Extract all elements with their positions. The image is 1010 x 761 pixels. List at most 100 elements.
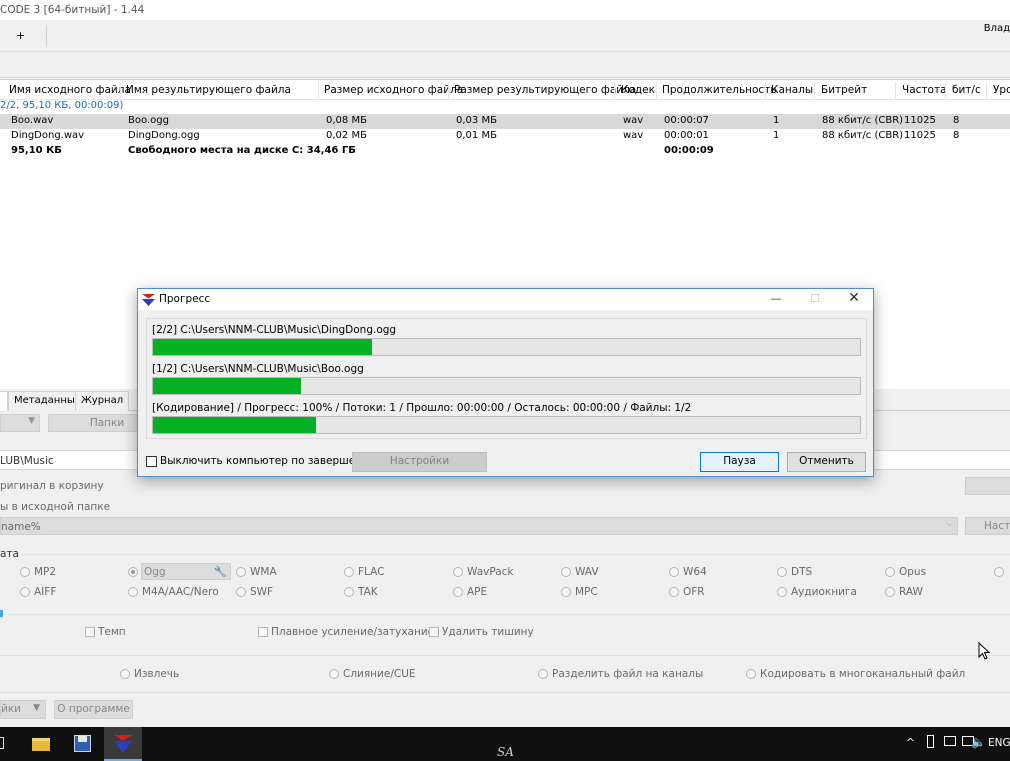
- chevron-down-icon: ▼: [28, 416, 35, 426]
- radio-mpc[interactable]: [561, 587, 571, 597]
- volume-icon[interactable]: 🔈: [971, 735, 986, 749]
- radio-multichannel[interactable]: [746, 669, 756, 679]
- floppy-save-icon[interactable]: [64, 727, 102, 761]
- col-header-level[interactable]: Уро: [993, 84, 1010, 96]
- display-icon[interactable]: [944, 736, 956, 749]
- col-header-result-size[interactable]: Размер результирующего файла: [454, 84, 636, 96]
- output-combo[interactable]: ▼: [0, 414, 40, 432]
- radio-split-channels[interactable]: [538, 669, 548, 679]
- col-divider[interactable]: [765, 82, 766, 98]
- usb-icon[interactable]: [927, 735, 934, 751]
- ogg-settings-button[interactable]: Ogg 🔧: [141, 563, 231, 580]
- file-progress-bar: [152, 338, 861, 356]
- col-divider[interactable]: [318, 82, 319, 98]
- radio-flac[interactable]: [344, 567, 354, 577]
- tempo-checkbox[interactable]: [85, 627, 95, 637]
- previous-file-line: [1/2] C:\Users\NNM-CLUB\Music\Boo.ogg: [152, 363, 364, 375]
- label-flac: FLAC: [358, 566, 385, 578]
- taskbar-start-partial[interactable]: [0, 727, 8, 761]
- file-explorer-icon[interactable]: [22, 727, 60, 761]
- total-progress-bar: [152, 416, 861, 434]
- radio-wavpack[interactable]: [453, 567, 463, 577]
- label-ogg: Ogg: [144, 566, 166, 578]
- label-ape: APE: [467, 586, 488, 598]
- shutdown-checkbox[interactable]: [146, 456, 157, 467]
- col-divider[interactable]: [814, 82, 815, 98]
- col-divider[interactable]: [895, 82, 896, 98]
- table-row[interactable]: Boo.wav Boo.ogg 0,08 МБ 0,03 МБ wav 00:0…: [0, 114, 1010, 129]
- radio-audiobook[interactable]: [777, 587, 787, 597]
- table-header: Имя исходного файла Имя результирующего …: [0, 80, 1010, 100]
- label-wma: WMA: [250, 566, 277, 578]
- radio-wma[interactable]: [236, 567, 246, 577]
- col-header-source-name[interactable]: Имя исходного файла: [9, 84, 131, 96]
- tray-chevron-icon[interactable]: ^: [906, 737, 915, 749]
- remove-silence-checkbox[interactable]: [429, 627, 439, 637]
- radio-ogg[interactable]: [128, 567, 138, 577]
- cell-codec: wav: [623, 130, 644, 141]
- add-button[interactable]: +: [16, 29, 25, 42]
- col-divider[interactable]: [120, 82, 121, 98]
- minimize-icon[interactable]: —: [759, 289, 793, 310]
- col-header-duration[interactable]: Продолжительность: [662, 84, 777, 96]
- label-opus: Opus: [899, 566, 927, 578]
- col-header-bits[interactable]: бит/с: [952, 84, 981, 96]
- bottom-divider: [0, 692, 1010, 693]
- radio-extract[interactable]: [120, 669, 130, 679]
- fre-ac-app-icon[interactable]: [104, 727, 142, 761]
- template-settings-button[interactable]: Настр: [965, 517, 1010, 535]
- col-divider[interactable]: [448, 82, 449, 98]
- radio-w64[interactable]: [669, 567, 679, 577]
- radio-mp2[interactable]: [20, 567, 30, 577]
- radio-merge-cue[interactable]: [329, 669, 339, 679]
- radio-tak[interactable]: [344, 587, 354, 597]
- name-template-combo[interactable]: name% ⌵: [0, 517, 958, 535]
- recycle-original-label: ригинал в корзину: [0, 480, 104, 492]
- settings-button[interactable]: Настройки: [352, 452, 487, 472]
- radio-swf[interactable]: [236, 587, 246, 597]
- fade-checkbox[interactable]: [258, 627, 268, 637]
- total-size: 95,10 КБ: [11, 145, 62, 156]
- pause-button[interactable]: Пауза: [700, 452, 779, 472]
- radio-dts[interactable]: [777, 567, 787, 577]
- col-header-source-size[interactable]: Размер исходного файла: [324, 84, 463, 96]
- cell-channels: 1: [773, 130, 780, 141]
- label-wav: WAV: [575, 566, 599, 578]
- col-divider[interactable]: [986, 82, 987, 98]
- about-button[interactable]: О программе: [54, 700, 133, 719]
- secondary-toolbar: [0, 52, 1010, 78]
- encoding-status-line: [Кодирование] / Прогресс: 100% / Потоки:…: [152, 402, 692, 414]
- radio-ape[interactable]: [453, 587, 463, 597]
- col-header-bitrate[interactable]: Битрейт: [821, 84, 867, 96]
- label-raw: RAW: [899, 586, 923, 598]
- tab-log[interactable]: Журнал: [75, 391, 130, 411]
- radio-ofr[interactable]: [669, 587, 679, 597]
- table-row[interactable]: DingDong.wav DingDong.ogg 0,02 МБ 0,01 М…: [0, 129, 1010, 144]
- radio-opus[interactable]: [885, 567, 895, 577]
- browse-button[interactable]: [965, 477, 1010, 495]
- cancel-button[interactable]: Отменить: [787, 452, 866, 472]
- language-indicator[interactable]: ENG: [988, 737, 1010, 749]
- name-template-value: name%: [1, 521, 41, 533]
- radio-raw[interactable]: [885, 587, 895, 597]
- label-dts: DTS: [791, 566, 813, 578]
- group-marker-icon: [0, 610, 3, 617]
- col-divider[interactable]: [945, 82, 946, 98]
- dialog-titlebar[interactable]: Прогресс — ☐ ✕: [138, 289, 873, 310]
- col-header-frequency[interactable]: Частота: [902, 84, 947, 96]
- close-icon[interactable]: ✕: [837, 289, 871, 310]
- maximize-icon[interactable]: ☐: [798, 289, 832, 310]
- radio-wav[interactable]: [561, 567, 571, 577]
- col-header-result-name[interactable]: Имя результирующего файла: [126, 84, 291, 96]
- radio-aiff[interactable]: [20, 587, 30, 597]
- settings-menu-button[interactable]: йки ▼: [0, 700, 46, 719]
- col-header-codec[interactable]: Кодек: [621, 84, 655, 96]
- col-header-channels[interactable]: Каналы: [771, 84, 813, 96]
- col-divider[interactable]: [656, 82, 657, 98]
- taskbar-watermark: SA: [497, 745, 514, 759]
- radio-more[interactable]: [994, 567, 1004, 577]
- label-mpc: MPC: [575, 586, 598, 598]
- radio-m4a[interactable]: [128, 587, 138, 597]
- tab-partial[interactable]: [0, 391, 8, 411]
- col-divider[interactable]: [614, 82, 615, 98]
